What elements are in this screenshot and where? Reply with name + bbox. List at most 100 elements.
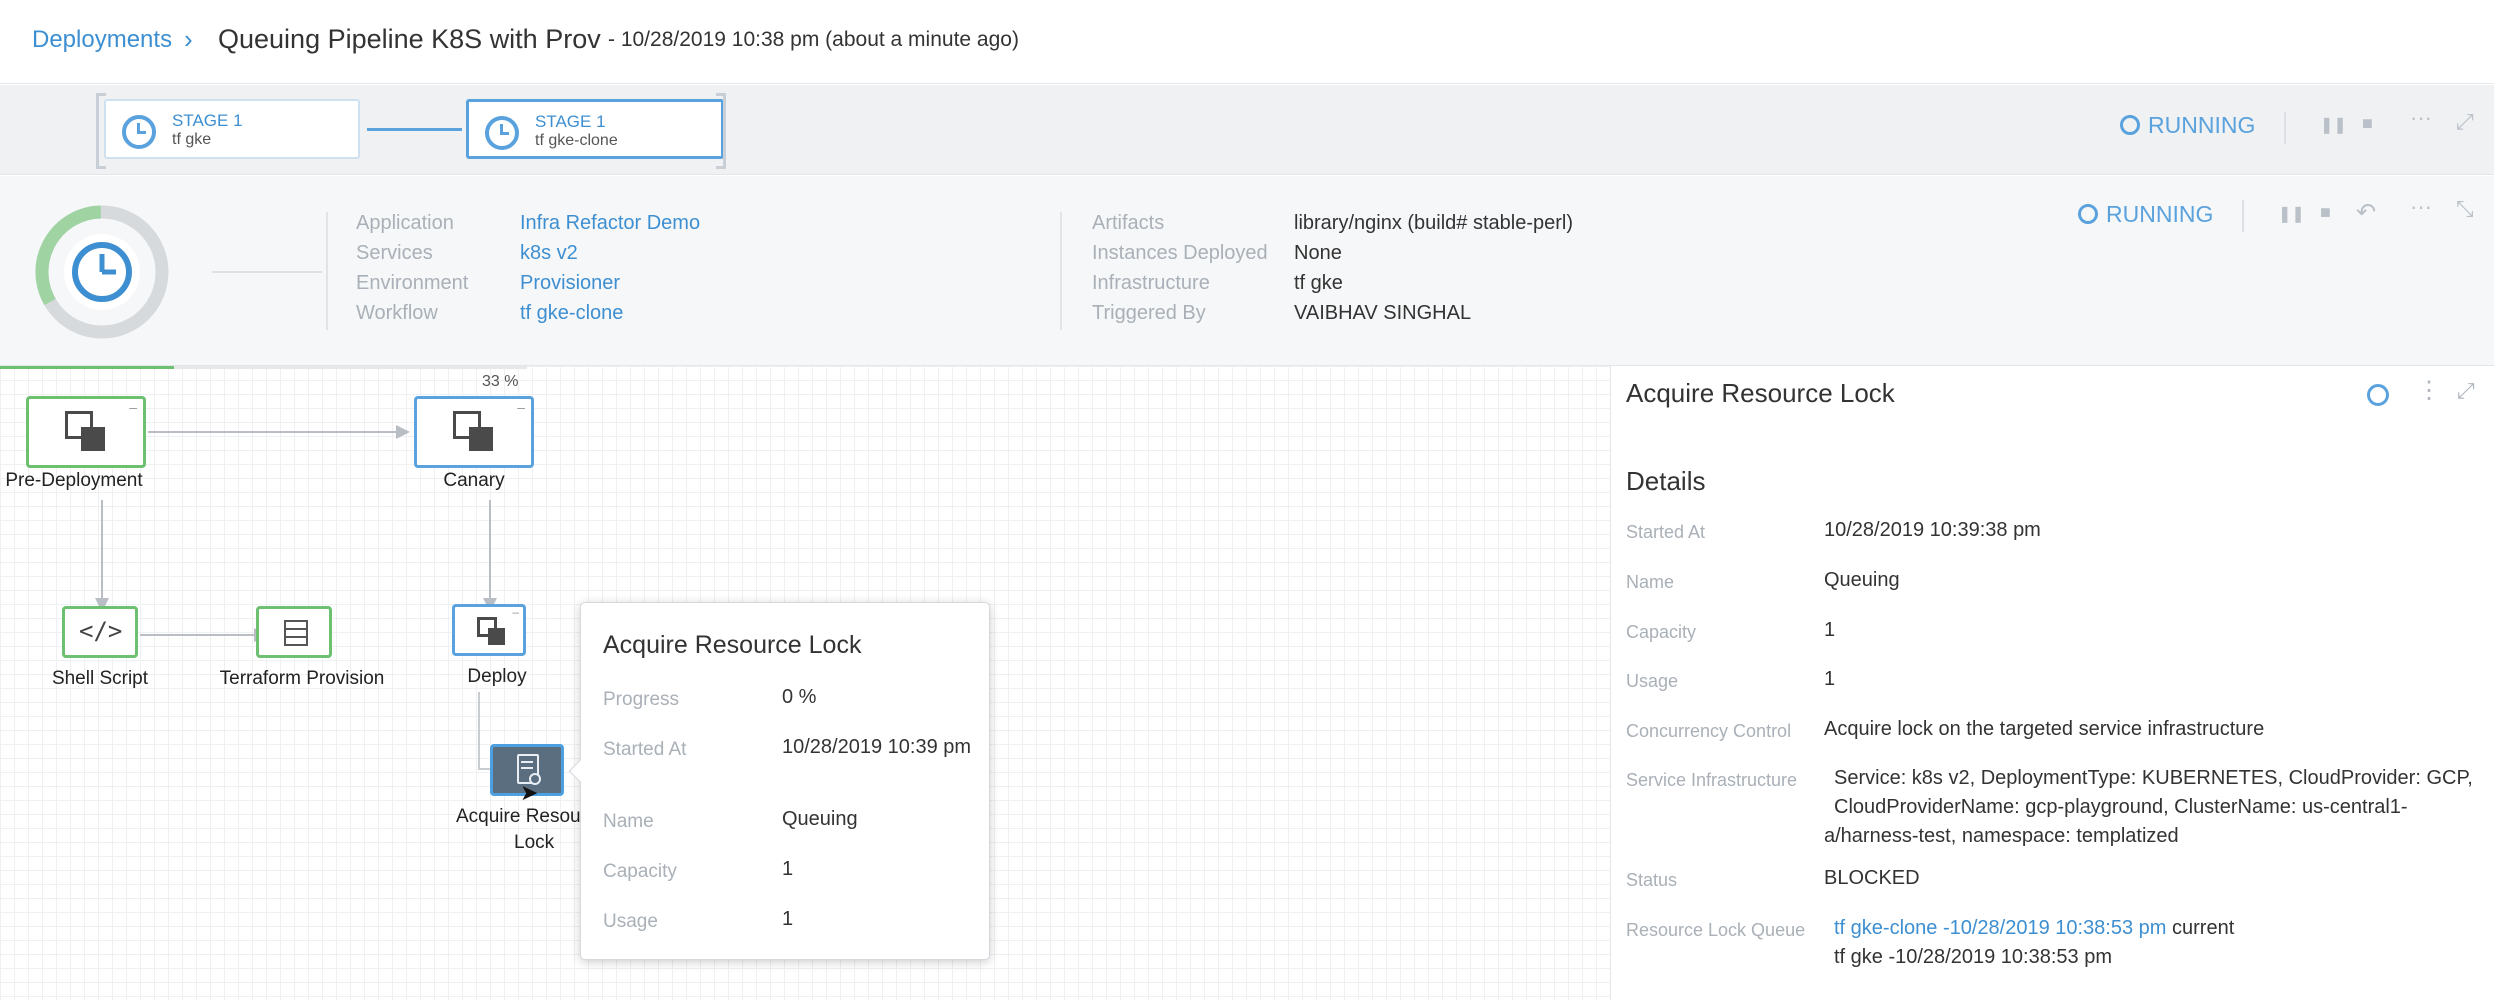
divider — [2242, 200, 2244, 232]
node-label: Canary — [443, 470, 505, 491]
minimize-icon[interactable]: – — [517, 399, 525, 415]
page-subtitle: - 10/28/2019 10:38 pm (about a minute ag… — [608, 28, 1019, 51]
popover-label: Started At — [603, 739, 687, 760]
node-label: Terraform Provision — [219, 668, 385, 689]
stage-card-tf-gke[interactable]: STAGE 1 tf gke — [104, 99, 360, 159]
clock-icon — [2120, 115, 2140, 135]
graph-progress-fill — [0, 366, 174, 369]
node-details-popover: Acquire Resource Lock Progress 0 % Start… — [568, 602, 990, 960]
graph-progress-track — [0, 366, 527, 369]
more-icon[interactable]: ··· — [2410, 194, 2432, 220]
more-icon[interactable]: ··· — [2410, 105, 2432, 131]
clock-icon[interactable] — [2367, 384, 2389, 406]
pause-icon[interactable]: ❚❚ — [2320, 115, 2347, 135]
workflow-status: RUNNING — [2078, 201, 2213, 228]
detail-label: Capacity — [1626, 622, 1697, 642]
info-value-triggered-by: VAIBHAV SINGHAL — [1294, 302, 1472, 324]
divider — [326, 212, 328, 330]
chevron-right-icon: › — [184, 24, 193, 54]
cursor-icon: ➤ — [520, 780, 539, 805]
expand-icon[interactable]: ⤢ — [2456, 109, 2474, 135]
stop-icon[interactable]: ■ — [2320, 202, 2331, 223]
stop-icon[interactable]: ■ — [2362, 113, 2373, 134]
edge — [489, 500, 491, 600]
stage-name: tf gke — [172, 131, 212, 148]
list-icon — [284, 620, 308, 646]
stage-connector — [367, 128, 462, 131]
node-canary[interactable]: – — [414, 396, 534, 468]
code-icon: </> — [79, 617, 123, 645]
info-label: Infrastructure — [1092, 272, 1210, 294]
info-link-application[interactable]: Infra Refactor Demo — [520, 212, 700, 235]
node-pre-deployment[interactable]: – — [26, 396, 146, 468]
progress-ring — [35, 205, 169, 339]
popover-label: Capacity — [603, 861, 677, 882]
divider — [1060, 212, 1062, 330]
info-link-environment[interactable]: Provisioner — [520, 272, 620, 295]
clock-icon — [485, 116, 519, 150]
node-terraform-provision[interactable] — [256, 606, 332, 658]
stage-card-tf-gke-clone[interactable]: STAGE 1 tf gke-clone — [466, 99, 724, 159]
panel-title: Acquire Resource Lock — [1626, 378, 1895, 408]
clock-icon — [2078, 204, 2098, 224]
stage-label: STAGE 1 — [172, 111, 243, 130]
popover-label: Progress — [603, 689, 680, 710]
info-label: Artifacts — [1092, 212, 1165, 234]
queue-current-badge: current — [2172, 917, 2235, 939]
edge — [148, 431, 398, 433]
queue-link-tf-gke-clone[interactable]: tf gke-clone -10/28/2019 10:38:53 pm — [1834, 917, 2166, 939]
detail-value-service-infra: a/harness-test, namespace: templatized — [1824, 825, 2179, 847]
info-label: Services — [356, 242, 433, 264]
pause-icon[interactable]: ❚❚ — [2278, 204, 2305, 224]
node-shell-script[interactable]: </> — [62, 606, 138, 658]
detail-value-status: BLOCKED — [1824, 867, 1920, 889]
popover-title: Acquire Resource Lock — [603, 631, 862, 659]
stage-name: tf gke-clone — [535, 132, 618, 149]
detail-value-concurrency: Acquire lock on the targeted service inf… — [1824, 718, 2265, 740]
detail-value-usage: 1 — [1824, 668, 1836, 690]
detail-label: Started At — [1626, 522, 1706, 542]
info-link-services[interactable]: k8s v2 — [520, 242, 578, 265]
info-label: Application — [356, 212, 454, 234]
queue-link-tf-gke[interactable]: tf gke -10/28/2019 10:38:53 pm — [1834, 943, 2112, 972]
node-deploy[interactable]: – — [452, 604, 526, 656]
minimize-icon[interactable]: – — [512, 605, 519, 619]
detail-value-name: Queuing — [1824, 569, 1900, 591]
popover-value: 1 — [782, 858, 794, 880]
expand-icon[interactable]: ⤢ — [2457, 378, 2475, 404]
more-vertical-icon[interactable]: ⋮ — [2417, 376, 2441, 405]
popover-value: 10/28/2019 10:39 pm — [782, 736, 972, 758]
info-link-workflow[interactable]: tf gke-clone — [520, 302, 623, 325]
detail-value-capacity: 1 — [1824, 619, 1836, 641]
status-text: RUNNING — [2106, 201, 2214, 227]
pipeline-status: RUNNING — [2120, 112, 2255, 139]
node-label: Lock — [514, 832, 555, 853]
detail-label: Resource Lock Queue — [1626, 920, 1806, 940]
edge-arrow — [396, 425, 410, 439]
edge — [140, 634, 256, 636]
node-label: Shell Script — [51, 668, 149, 689]
detail-label: Usage — [1626, 671, 1679, 691]
info-value-instances: None — [1294, 242, 1342, 264]
details-heading: Details — [1626, 466, 1706, 496]
info-label: Triggered By — [1092, 302, 1206, 324]
info-value-infrastructure: tf gke — [1294, 272, 1343, 294]
info-label: Environment — [356, 272, 469, 294]
info-value-artifacts: library/nginx (build# stable-perl) — [1294, 212, 1574, 234]
edge — [101, 500, 103, 600]
popover-value: 0 % — [782, 686, 817, 708]
graph-progress-label: 33 % — [482, 373, 519, 390]
page-header: Deployments › Queuing Pipeline K8S with … — [0, 0, 2494, 84]
popover-value: 1 — [782, 908, 794, 930]
clock-icon — [122, 115, 156, 149]
node-label: Deploy — [467, 666, 527, 687]
page-title: Queuing Pipeline K8S with Prov — [218, 24, 601, 54]
collapse-icon[interactable]: ⤡ — [2456, 196, 2474, 222]
breadcrumb-deployments[interactable]: Deployments — [32, 26, 172, 54]
popover-label: Name — [603, 811, 654, 832]
detail-label: Concurrency Control — [1626, 721, 1792, 741]
minimize-icon[interactable]: – — [129, 399, 137, 415]
info-label: Instances Deployed — [1092, 242, 1268, 264]
rollback-icon[interactable]: ↶ — [2356, 198, 2376, 227]
pipeline-stage-bar: STAGE 1 tf gke STAGE 1 tf gke-clone RUNN… — [0, 85, 2494, 175]
